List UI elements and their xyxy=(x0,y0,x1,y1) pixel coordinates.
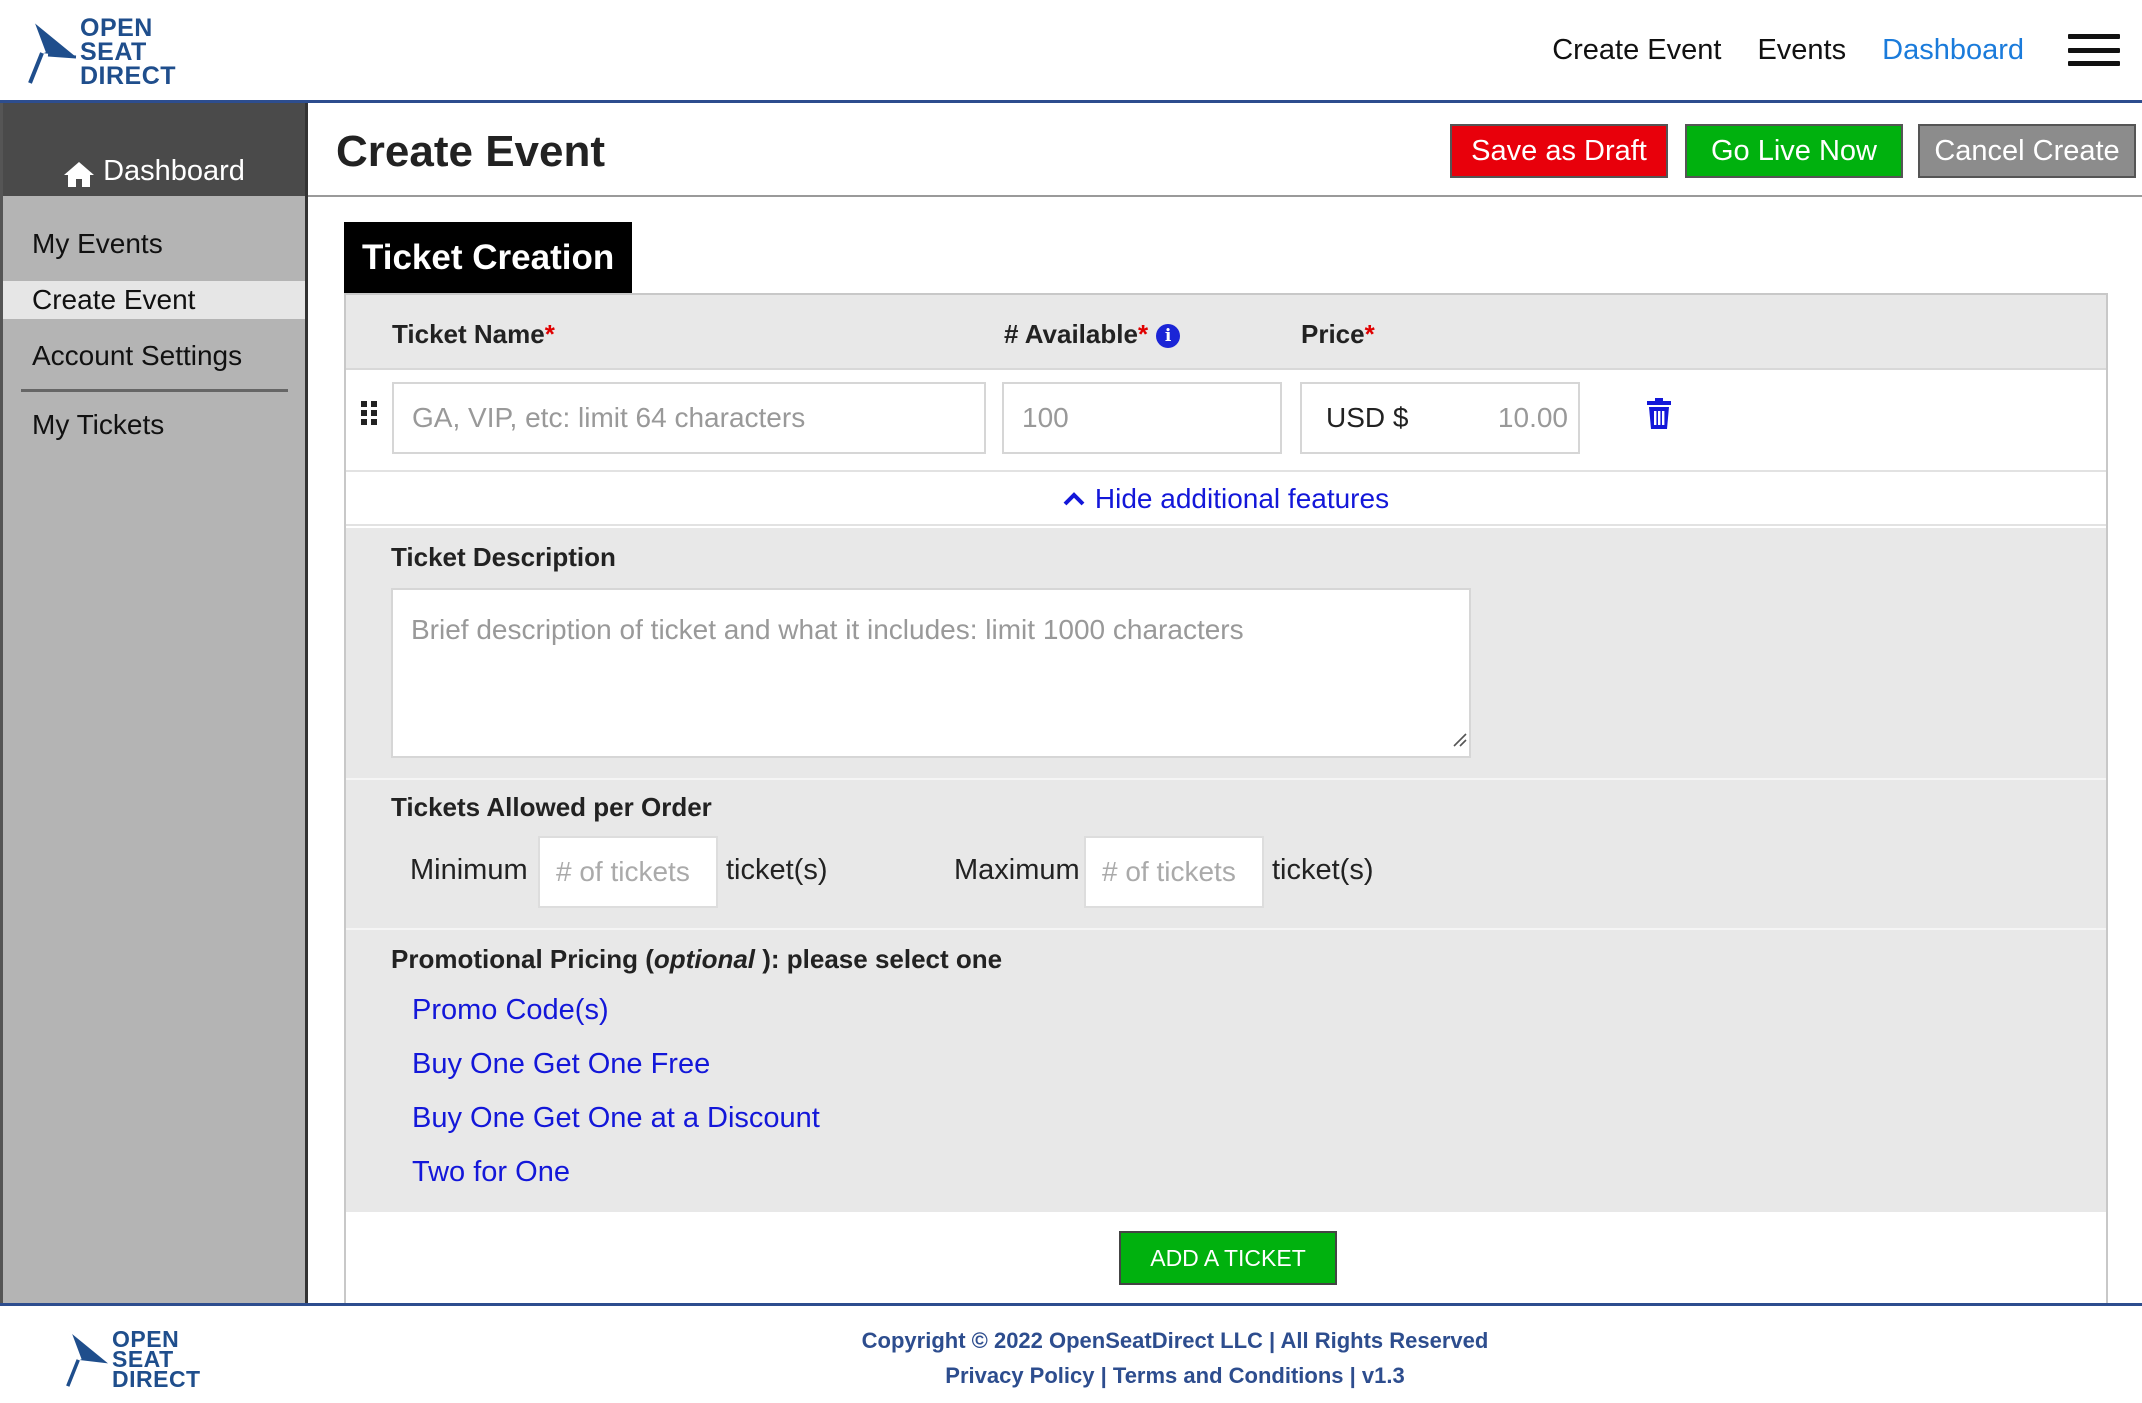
top-navbar: OPEN SEAT DIRECT Create Event Events Das… xyxy=(0,0,2142,103)
ticket-columns-header: Ticket Name* # Available* i Price* xyxy=(346,295,2106,370)
description-placeholder: Brief description of ticket and what it … xyxy=(411,614,1244,645)
add-ticket-row: ADD A TICKET xyxy=(346,1212,2106,1307)
available-label: # Available* i xyxy=(1004,319,1181,350)
cancel-create-button[interactable]: Cancel Create xyxy=(1918,124,2136,178)
promo-label: Promotional Pricing (optional ): please … xyxy=(391,944,1003,974)
price-input[interactable]: USD $ 10.00 xyxy=(1300,382,1580,454)
top-nav: Create Event Events Dashboard xyxy=(1552,0,2142,100)
available-input[interactable]: 100 xyxy=(1002,382,1282,454)
footer-links: Privacy Policy | Terms and Conditions | … xyxy=(945,1363,1405,1388)
drag-handle-icon[interactable] xyxy=(360,400,378,431)
terms-link[interactable]: Terms and Conditions xyxy=(1113,1363,1344,1388)
price-currency: USD $ xyxy=(1326,402,1409,433)
ticket-name-input[interactable]: GA, VIP, etc: limit 64 characters xyxy=(392,382,986,454)
info-icon[interactable]: i xyxy=(1156,324,1181,348)
page-header: Create Event Save as Draft Go Live Now C… xyxy=(308,103,2142,197)
hide-features-label: Hide additional features xyxy=(1094,483,1390,514)
privacy-policy-link[interactable]: Privacy Policy xyxy=(945,1363,1094,1388)
section-divider xyxy=(346,928,2106,930)
ticket-form: Ticket Name* # Available* i Price* GA, VI… xyxy=(344,293,2108,1307)
sidebar-dashboard-label: Dashboard xyxy=(103,155,245,187)
minimum-suffix: ticket(s) xyxy=(726,854,828,886)
page-title: Create Event xyxy=(336,127,606,176)
resize-handle-icon[interactable] xyxy=(1451,722,1467,754)
go-live-button[interactable]: Go Live Now xyxy=(1685,124,1903,178)
price-label: Price* xyxy=(1301,319,1375,349)
promo-option-two-for-one[interactable]: Two for One xyxy=(412,1156,570,1189)
maximum-input[interactable]: # of tickets xyxy=(1084,836,1264,908)
description-label: Ticket Description xyxy=(391,542,616,572)
promo-option-bogo-free[interactable]: Buy One Get One Free xyxy=(412,1048,710,1081)
maximum-suffix: ticket(s) xyxy=(1272,854,1374,886)
per-order-label: Tickets Allowed per Order xyxy=(391,792,712,822)
brand-logo[interactable]: OPEN SEAT DIRECT xyxy=(28,14,177,90)
nav-dashboard[interactable]: Dashboard xyxy=(1882,34,2024,67)
nav-create-event[interactable]: Create Event xyxy=(1552,34,1721,67)
ticket-creation-title: Ticket Creation xyxy=(344,222,632,294)
sidebar-item-account-settings[interactable]: Account Settings xyxy=(3,337,305,375)
minimum-input[interactable]: # of tickets xyxy=(538,836,718,908)
minimum-label: Minimum xyxy=(410,854,528,886)
per-order-row: Minimum # of tickets ticket(s) Maximum #… xyxy=(346,836,2106,908)
menu-icon[interactable] xyxy=(2068,34,2120,66)
description-textarea[interactable]: Brief description of ticket and what it … xyxy=(391,588,1471,758)
sidebar-dashboard[interactable]: Dashboard xyxy=(3,103,305,196)
trash-icon[interactable] xyxy=(1646,398,1672,435)
additional-features: Ticket Description Brief description of … xyxy=(346,528,2106,1212)
sidebar-item-create-event[interactable]: Create Event xyxy=(3,281,305,319)
maximum-label: Maximum xyxy=(954,854,1080,886)
ticket-name-label: Ticket Name* xyxy=(392,319,555,349)
chevron-up-icon xyxy=(1063,491,1085,507)
sidebar-item-my-tickets[interactable]: My Tickets xyxy=(3,406,305,444)
footer: OPEN SEAT DIRECT Copyright © 2022 OpenSe… xyxy=(0,1303,2142,1403)
hide-features-toggle[interactable]: Hide additional features xyxy=(346,474,2106,526)
section-divider xyxy=(346,778,2106,780)
copyright-text: Copyright © 2022 OpenSeatDirect LLC | Al… xyxy=(861,1328,1489,1353)
ticket-input-row: GA, VIP, etc: limit 64 characters 100 US… xyxy=(346,370,2106,472)
promo-option-promo-codes[interactable]: Promo Code(s) xyxy=(412,994,609,1027)
price-placeholder: 10.00 xyxy=(1497,402,1568,433)
nav-events[interactable]: Events xyxy=(1757,34,1846,67)
promo-option-bogo-discount[interactable]: Buy One Get One at a Discount xyxy=(412,1102,820,1135)
sidebar: Dashboard My Events Create Event Account… xyxy=(0,103,308,1305)
sidebar-item-my-events[interactable]: My Events xyxy=(3,225,305,263)
sidebar-divider xyxy=(21,389,288,392)
save-draft-button[interactable]: Save as Draft xyxy=(1450,124,1668,178)
add-ticket-button[interactable]: ADD A TICKET xyxy=(1119,1231,1337,1285)
logo-text: OPEN SEAT DIRECT xyxy=(80,14,177,90)
version-text: v1.3 xyxy=(1361,1363,1405,1388)
home-icon xyxy=(63,160,95,188)
